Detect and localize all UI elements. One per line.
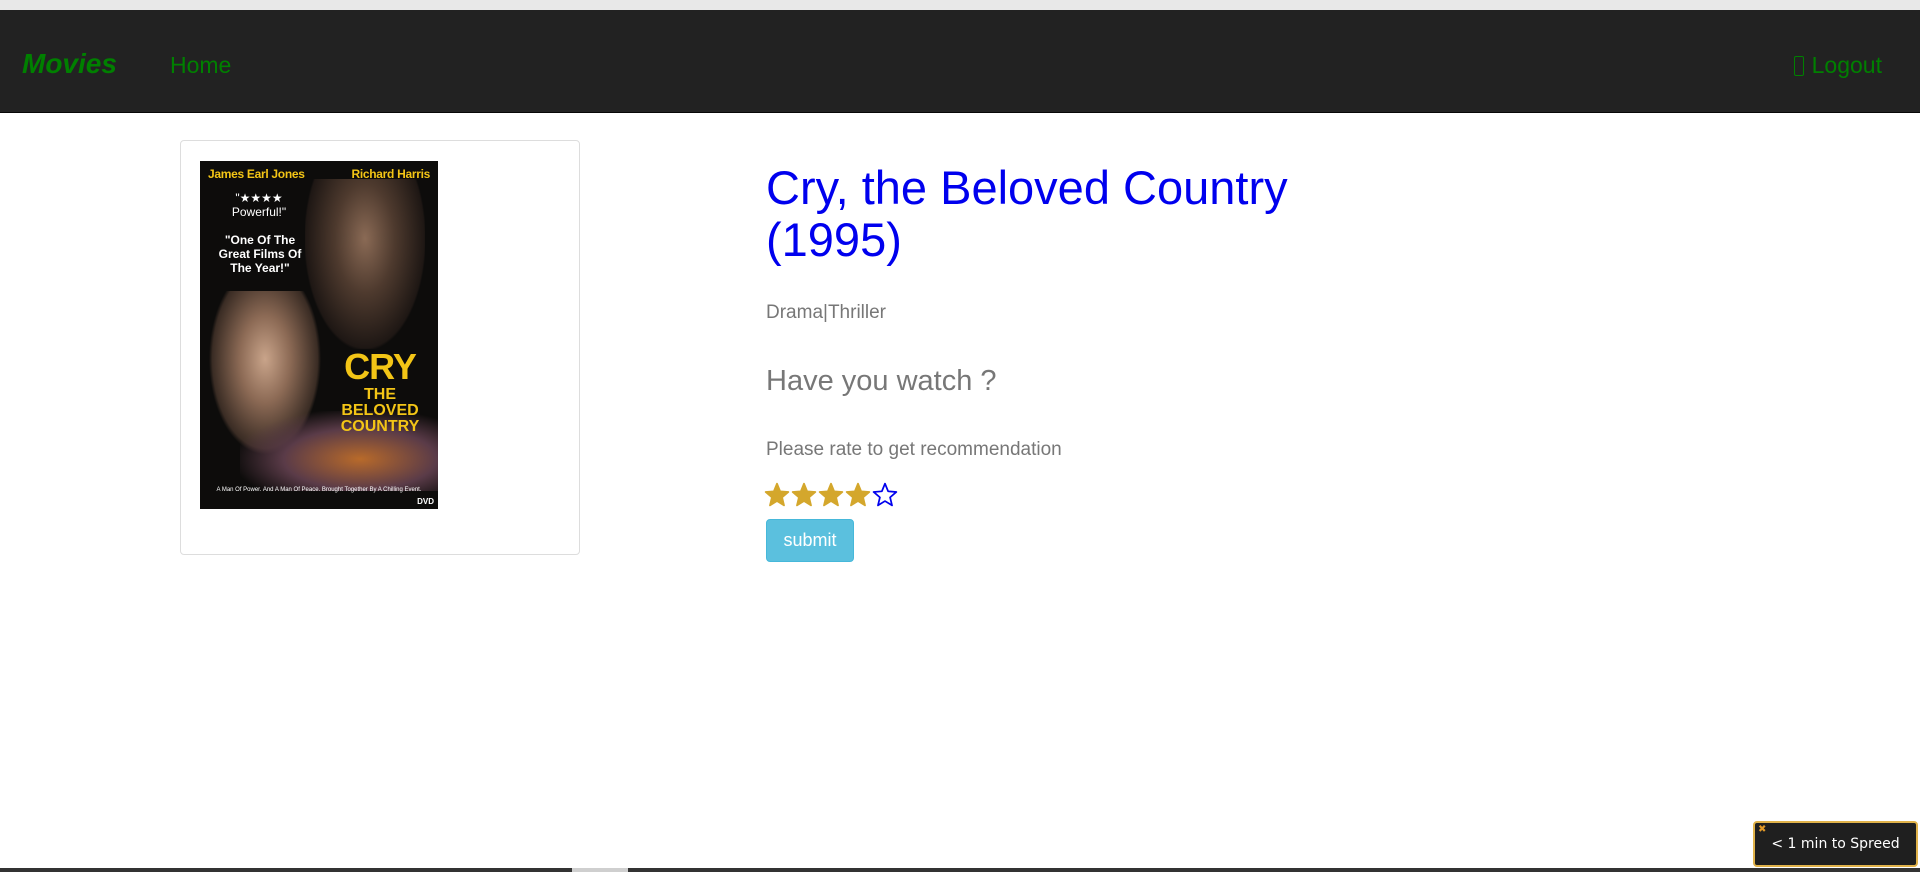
- spreed-toast[interactable]: ✖ < 1 min to Spreed: [1753, 821, 1918, 867]
- movie-title: Cry, the Beloved Country (1995): [766, 161, 1288, 266]
- poster-actor-left: James Earl Jones: [208, 167, 305, 181]
- rating-star-3[interactable]: [818, 482, 845, 508]
- nav-home-link[interactable]: Home: [170, 52, 231, 79]
- brand-logo[interactable]: Movies: [22, 48, 117, 80]
- submit-button[interactable]: submit: [766, 519, 854, 562]
- poster-tagline: A Man Of Power. And A Man Of Peace. Brou…: [216, 487, 422, 493]
- close-icon[interactable]: ✖: [1758, 825, 1766, 835]
- poster-card: James Earl Jones Richard Harris "★★★★ Po…: [180, 140, 580, 555]
- browser-top-strip: [0, 0, 1920, 10]
- poster-quote-1: "★★★★ Powerful!": [214, 191, 304, 219]
- bottom-bar: [0, 868, 1920, 872]
- star-rating[interactable]: [764, 482, 899, 508]
- poster-quote-text: Powerful!": [231, 205, 287, 219]
- rating-star-4[interactable]: [845, 482, 872, 508]
- navbar: Movies Home Logout: [0, 10, 1920, 113]
- poster-title-big: CRY: [344, 346, 417, 387]
- movie-poster: James Earl Jones Richard Harris "★★★★ Po…: [200, 161, 438, 509]
- poster-quote-2: "One Of The Great Films Of The Year!": [218, 233, 302, 275]
- toast-text: < 1 min to Spreed: [1771, 836, 1900, 852]
- poster-title: CRY THE BELOVED COUNTRY: [330, 349, 430, 435]
- logout-link[interactable]: Logout: [1793, 52, 1882, 79]
- logout-label: Logout: [1811, 52, 1882, 78]
- logout-icon: [1793, 55, 1804, 76]
- star-icon: [764, 482, 790, 507]
- rating-star-2[interactable]: [791, 482, 818, 508]
- star-icon: [872, 482, 898, 507]
- dvd-logo: DVD: [417, 497, 434, 506]
- rating-star-5[interactable]: [872, 482, 899, 508]
- poster-actor-right: Richard Harris: [351, 167, 431, 181]
- poster-credits: James Earl Jones Richard Harris: [200, 161, 438, 191]
- star-icon: [791, 482, 817, 507]
- star-icon: [818, 482, 844, 507]
- bottom-bar-mark: [572, 868, 628, 872]
- movie-genres: Drama|Thriller: [766, 302, 887, 323]
- rating-star-1[interactable]: [764, 482, 791, 508]
- poster-title-small: THE BELOVED COUNTRY: [340, 386, 420, 435]
- watch-question: Have you watch ?: [766, 365, 997, 397]
- poster-quote-stars: "★★★★: [235, 191, 283, 205]
- rate-prompt: Please rate to get recommendation: [766, 439, 1062, 460]
- star-icon: [845, 482, 871, 507]
